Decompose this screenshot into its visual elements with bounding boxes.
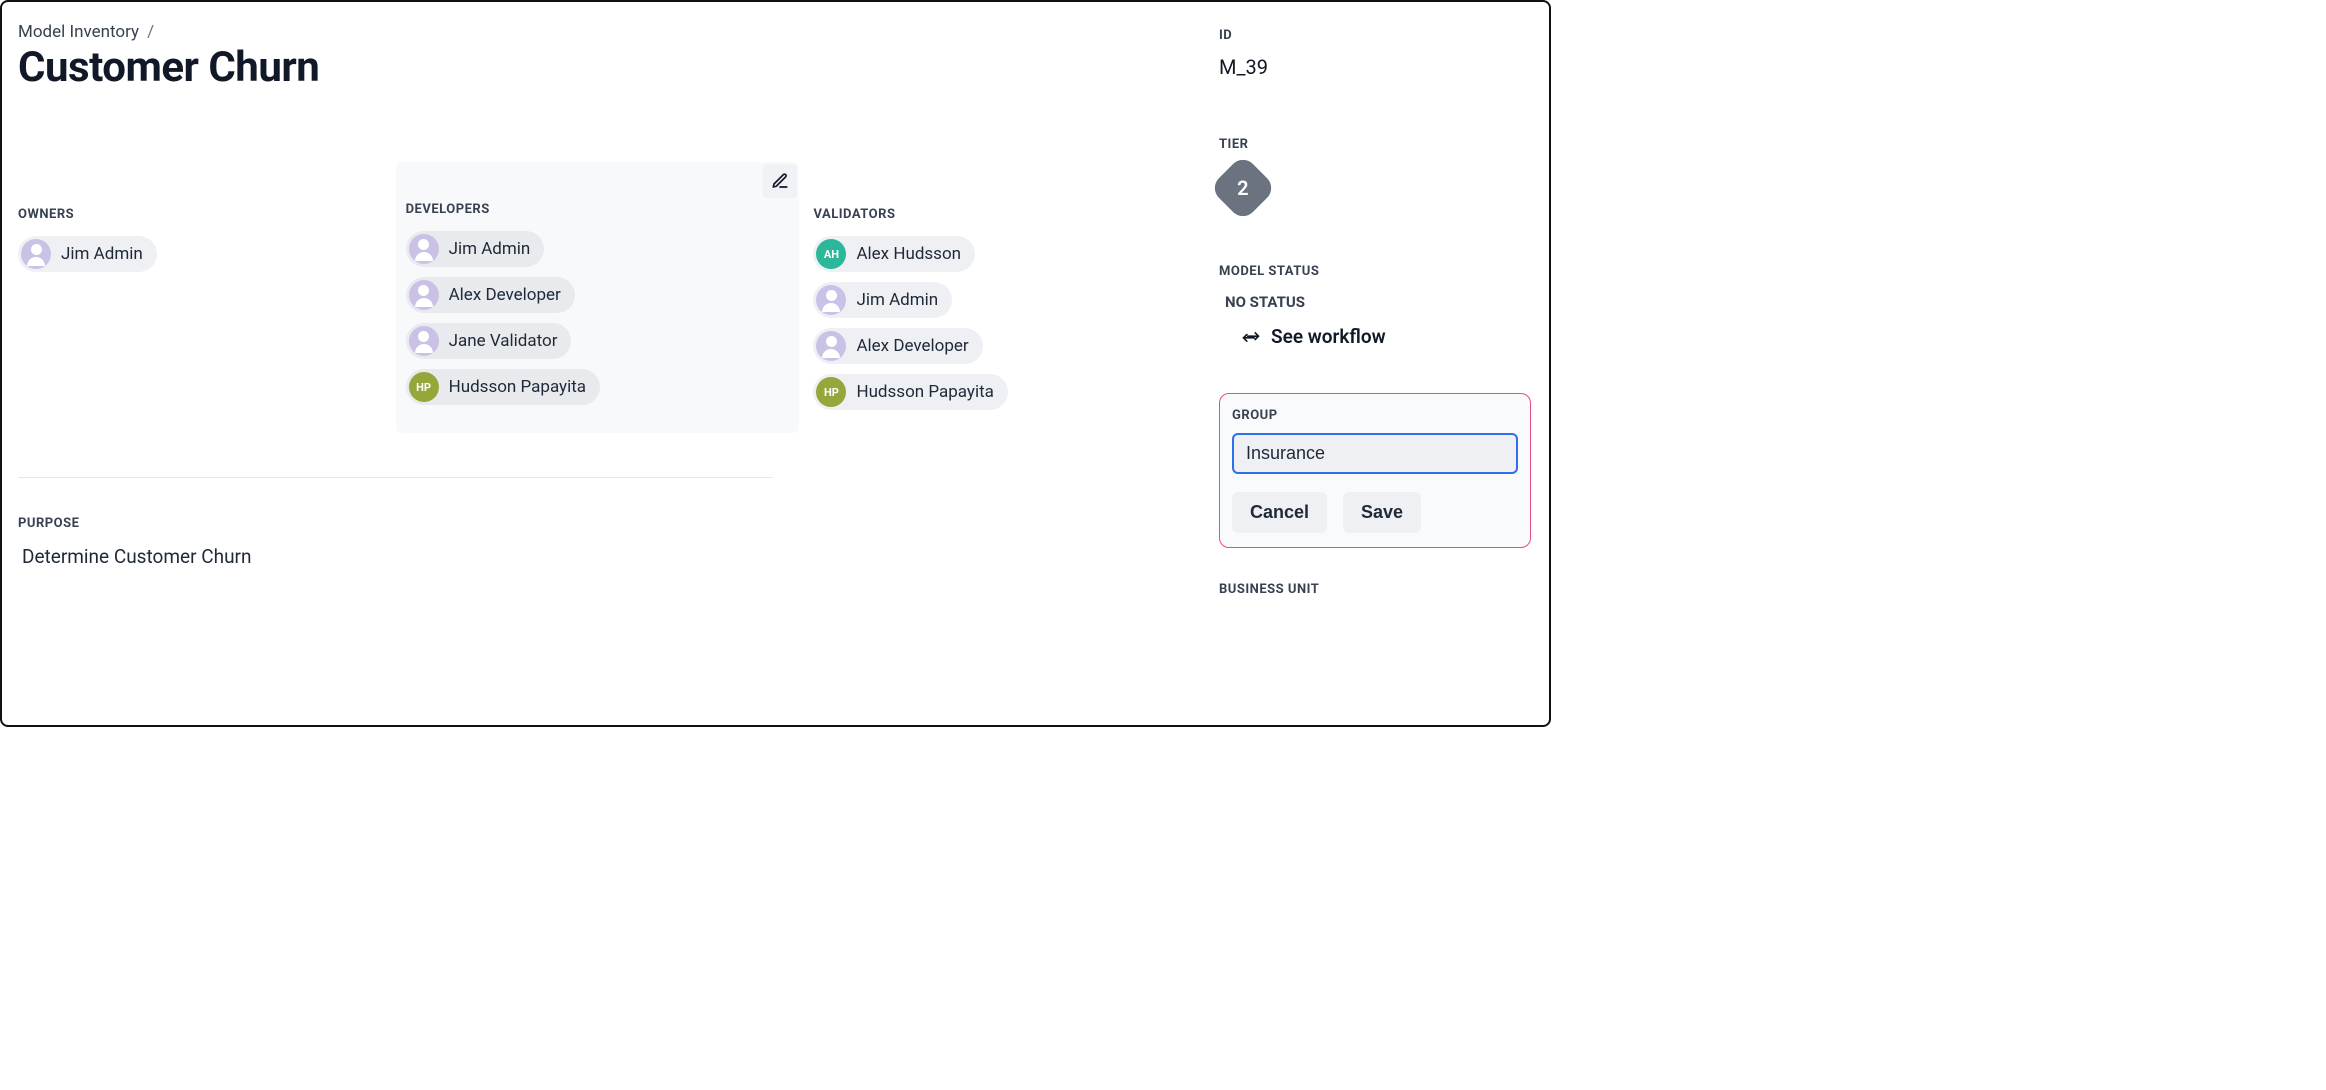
pencil-icon [771,172,789,190]
business-unit-block: BUSINESS UNIT [1219,582,1531,597]
validator-name: Hudsson Papayita [856,382,993,402]
avatar [409,326,439,356]
validators-column: VALIDATORS AH Alex Hudsson Jim Admin A [799,207,1191,433]
divider [18,477,773,478]
page-frame: Model Inventory / Customer Churn OWNERS … [0,0,1551,727]
validators-label: VALIDATORS [813,207,1179,222]
avatar [816,331,846,361]
breadcrumb-sep: / [147,22,154,42]
validator-name: Alex Developer [856,336,968,356]
avatar-initials: HP [416,381,431,394]
see-workflow-label: See workflow [1271,325,1386,348]
tier-block: TIER 2 [1219,137,1531,212]
left-column: Model Inventory / Customer Churn OWNERS … [2,2,1209,725]
group-input[interactable] [1232,433,1518,474]
developer-name: Jim Admin [449,239,531,259]
avatar [21,239,51,269]
status-block: MODEL STATUS NO STATUS See workflow [1219,264,1531,351]
right-column: ID M_39 TIER 2 MODEL STATUS NO STATUS Se… [1209,2,1549,725]
owner-name: Jim Admin [61,244,143,264]
validator-chip[interactable]: Jim Admin [813,282,952,318]
tier-badge: 2 [1209,154,1277,222]
avatar [409,234,439,264]
group-edit-panel: GROUP Cancel Save [1219,393,1531,548]
validator-chip[interactable]: AH Alex Hudsson [813,236,975,272]
avatar [409,280,439,310]
roles-row: OWNERS Jim Admin DEVELOPERS [18,207,1191,433]
owners-label: OWNERS [18,207,384,222]
group-label: GROUP [1232,408,1518,423]
owners-list: Jim Admin [18,236,384,272]
breadcrumb: Model Inventory / [18,22,1191,42]
tier-value: 2 [1237,176,1248,200]
cancel-button[interactable]: Cancel [1232,492,1327,533]
purpose-value: Determine Customer Churn [22,545,1191,568]
purpose-label: PURPOSE [18,516,1191,531]
page-title: Customer Churn [18,44,1191,92]
tier-label: TIER [1219,137,1531,152]
breadcrumb-parent[interactable]: Model Inventory [18,22,139,42]
developers-list: Jim Admin Alex Developer Jane Validator … [406,231,790,405]
avatar [816,285,846,315]
avatar-initials: AH [824,248,839,261]
developer-name: Alex Developer [449,285,561,305]
status-value: NO STATUS [1225,293,1531,311]
avatar: HP [816,377,846,407]
owner-chip[interactable]: Jim Admin [18,236,157,272]
see-workflow-link[interactable]: See workflow [1241,325,1386,348]
group-actions: Cancel Save [1232,492,1518,533]
validator-name: Alex Hudsson [856,244,961,264]
save-button[interactable]: Save [1343,492,1421,533]
owners-column: OWNERS Jim Admin [18,207,396,433]
avatar: HP [409,372,439,402]
avatar-initials: HP [824,386,839,399]
validator-chip[interactable]: HP Hudsson Papayita [813,374,1007,410]
developer-name: Hudsson Papayita [449,377,586,397]
developer-chip[interactable]: Alex Developer [406,277,575,313]
developer-chip[interactable]: HP Hudsson Papayita [406,369,600,405]
edit-developers-button[interactable] [763,164,797,198]
developer-chip[interactable]: Jane Validator [406,323,572,359]
avatar: AH [816,239,846,269]
swap-icon [1241,327,1261,347]
main-layout: Model Inventory / Customer Churn OWNERS … [2,2,1549,725]
developer-chip[interactable]: Jim Admin [406,231,545,267]
validators-list: AH Alex Hudsson Jim Admin Alex Developer [813,236,1179,410]
id-value: M_39 [1219,55,1531,79]
id-label: ID [1219,28,1531,43]
developers-column: DEVELOPERS Jim Admin Alex Developer J [396,162,800,433]
developer-name: Jane Validator [449,331,558,351]
developers-label: DEVELOPERS [406,202,790,217]
validator-chip[interactable]: Alex Developer [813,328,982,364]
business-unit-label: BUSINESS UNIT [1219,582,1531,597]
status-label: MODEL STATUS [1219,264,1531,279]
validator-name: Jim Admin [856,290,938,310]
